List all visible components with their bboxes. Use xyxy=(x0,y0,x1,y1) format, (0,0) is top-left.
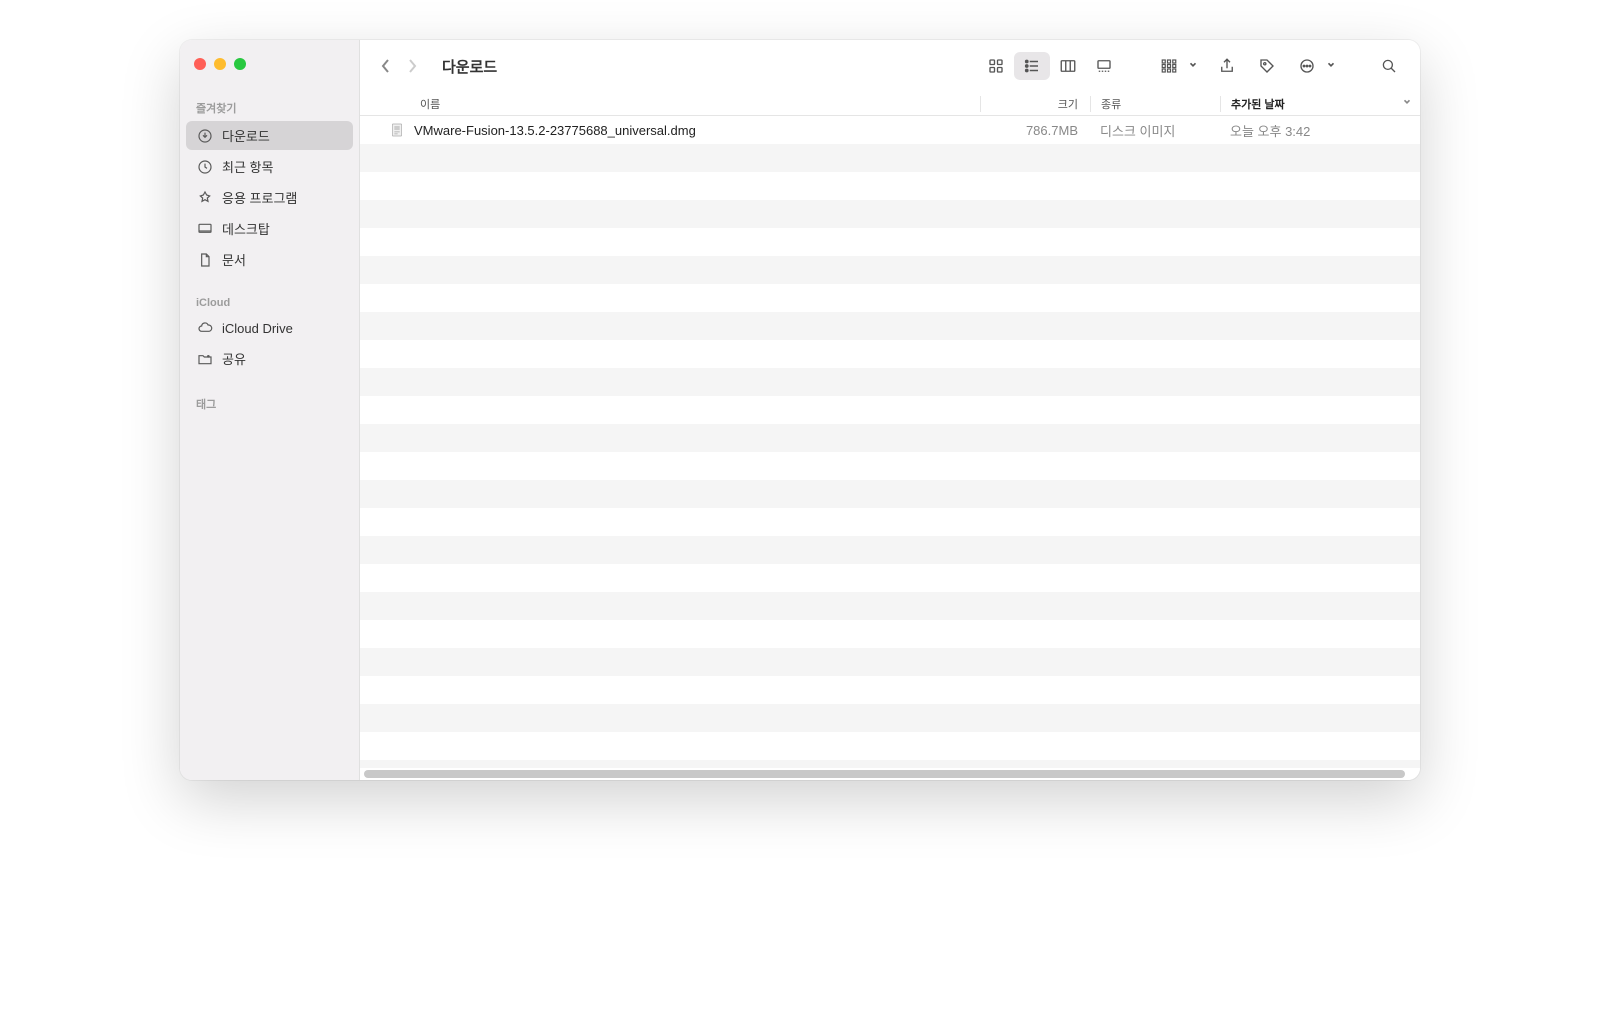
download-icon xyxy=(196,127,214,145)
sidebar-item-label: iCloud Drive xyxy=(222,321,293,336)
finder-window: 즐겨찾기 다운로드 최근 항목 응용 프로그램 데스크탑 xyxy=(180,40,1420,780)
scrollbar-thumb[interactable] xyxy=(364,770,1405,778)
sidebar-section-favorites: 즐겨찾기 xyxy=(180,94,359,120)
file-name: VMware-Fusion-13.5.2-23775688_universal.… xyxy=(414,123,696,138)
sidebar-item-label: 최근 항목 xyxy=(222,157,273,176)
file-size: 786.7MB xyxy=(980,123,1090,138)
column-header-kind[interactable]: 종류 xyxy=(1090,96,1220,112)
action-menu-button[interactable] xyxy=(1290,52,1324,80)
sidebar-item-recents[interactable]: 최근 항목 xyxy=(186,152,353,181)
sidebar-item-desktop[interactable]: 데스크탑 xyxy=(186,214,353,243)
sidebar-item-shared[interactable]: 공유 xyxy=(186,344,353,373)
column-header-name[interactable]: 이름 xyxy=(388,96,980,112)
gallery-view-button[interactable] xyxy=(1086,52,1122,80)
sidebar-section-tags: 태그 xyxy=(180,390,359,416)
file-date: 오늘 오후 3:42 xyxy=(1220,121,1420,140)
file-row[interactable]: VMware-Fusion-13.5.2-23775688_universal.… xyxy=(360,116,1420,144)
sidebar-item-label: 다운로드 xyxy=(222,126,270,145)
sidebar-item-label: 공유 xyxy=(222,349,246,368)
group-by-button[interactable] xyxy=(1152,52,1186,80)
column-header-size[interactable]: 크기 xyxy=(980,96,1090,112)
document-icon xyxy=(196,251,214,269)
sidebar-item-label: 문서 xyxy=(222,250,246,269)
sidebar-item-applications[interactable]: 응용 프로그램 xyxy=(186,183,353,212)
chevron-down-icon xyxy=(1326,57,1336,75)
chevron-down-icon xyxy=(1402,97,1412,110)
main-content: 다운로드 xyxy=(360,40,1420,780)
file-kind: 디스크 이미지 xyxy=(1090,121,1220,140)
sidebar-item-icloud-drive[interactable]: iCloud Drive xyxy=(186,314,353,342)
column-view-button[interactable] xyxy=(1050,52,1086,80)
column-header-date[interactable]: 추가된 날짜 xyxy=(1220,96,1420,112)
window-title: 다운로드 xyxy=(442,56,497,77)
sidebar-item-documents[interactable]: 문서 xyxy=(186,245,353,274)
back-button[interactable] xyxy=(374,54,398,78)
horizontal-scrollbar[interactable] xyxy=(360,768,1420,780)
window-controls xyxy=(180,58,359,94)
cloud-icon xyxy=(196,319,214,337)
desktop-icon xyxy=(196,220,214,238)
clock-icon xyxy=(196,158,214,176)
file-list[interactable]: VMware-Fusion-13.5.2-23775688_universal.… xyxy=(360,116,1420,768)
toolbar: 다운로드 xyxy=(360,40,1420,92)
tags-button[interactable] xyxy=(1250,52,1284,80)
file-name-cell: VMware-Fusion-13.5.2-23775688_universal.… xyxy=(388,121,980,139)
maximize-window-button[interactable] xyxy=(234,58,246,70)
sidebar-item-downloads[interactable]: 다운로드 xyxy=(186,121,353,150)
list-view-button[interactable] xyxy=(1014,52,1050,80)
search-button[interactable] xyxy=(1372,52,1406,80)
view-switcher xyxy=(978,52,1122,80)
chevron-down-icon xyxy=(1188,57,1198,75)
icon-view-button[interactable] xyxy=(978,52,1014,80)
shared-folder-icon xyxy=(196,350,214,368)
minimize-window-button[interactable] xyxy=(214,58,226,70)
sidebar: 즐겨찾기 다운로드 최근 항목 응용 프로그램 데스크탑 xyxy=(180,40,360,780)
sidebar-section-icloud: iCloud xyxy=(180,291,359,313)
sidebar-item-label: 데스크탑 xyxy=(222,219,270,238)
nav-buttons xyxy=(374,54,424,78)
share-button[interactable] xyxy=(1210,52,1244,80)
dmg-file-icon xyxy=(388,121,406,139)
close-window-button[interactable] xyxy=(194,58,206,70)
forward-button[interactable] xyxy=(400,54,424,78)
apps-icon xyxy=(196,189,214,207)
sidebar-item-label: 응용 프로그램 xyxy=(222,188,297,207)
column-headers: 이름 크기 종류 추가된 날짜 xyxy=(360,92,1420,116)
